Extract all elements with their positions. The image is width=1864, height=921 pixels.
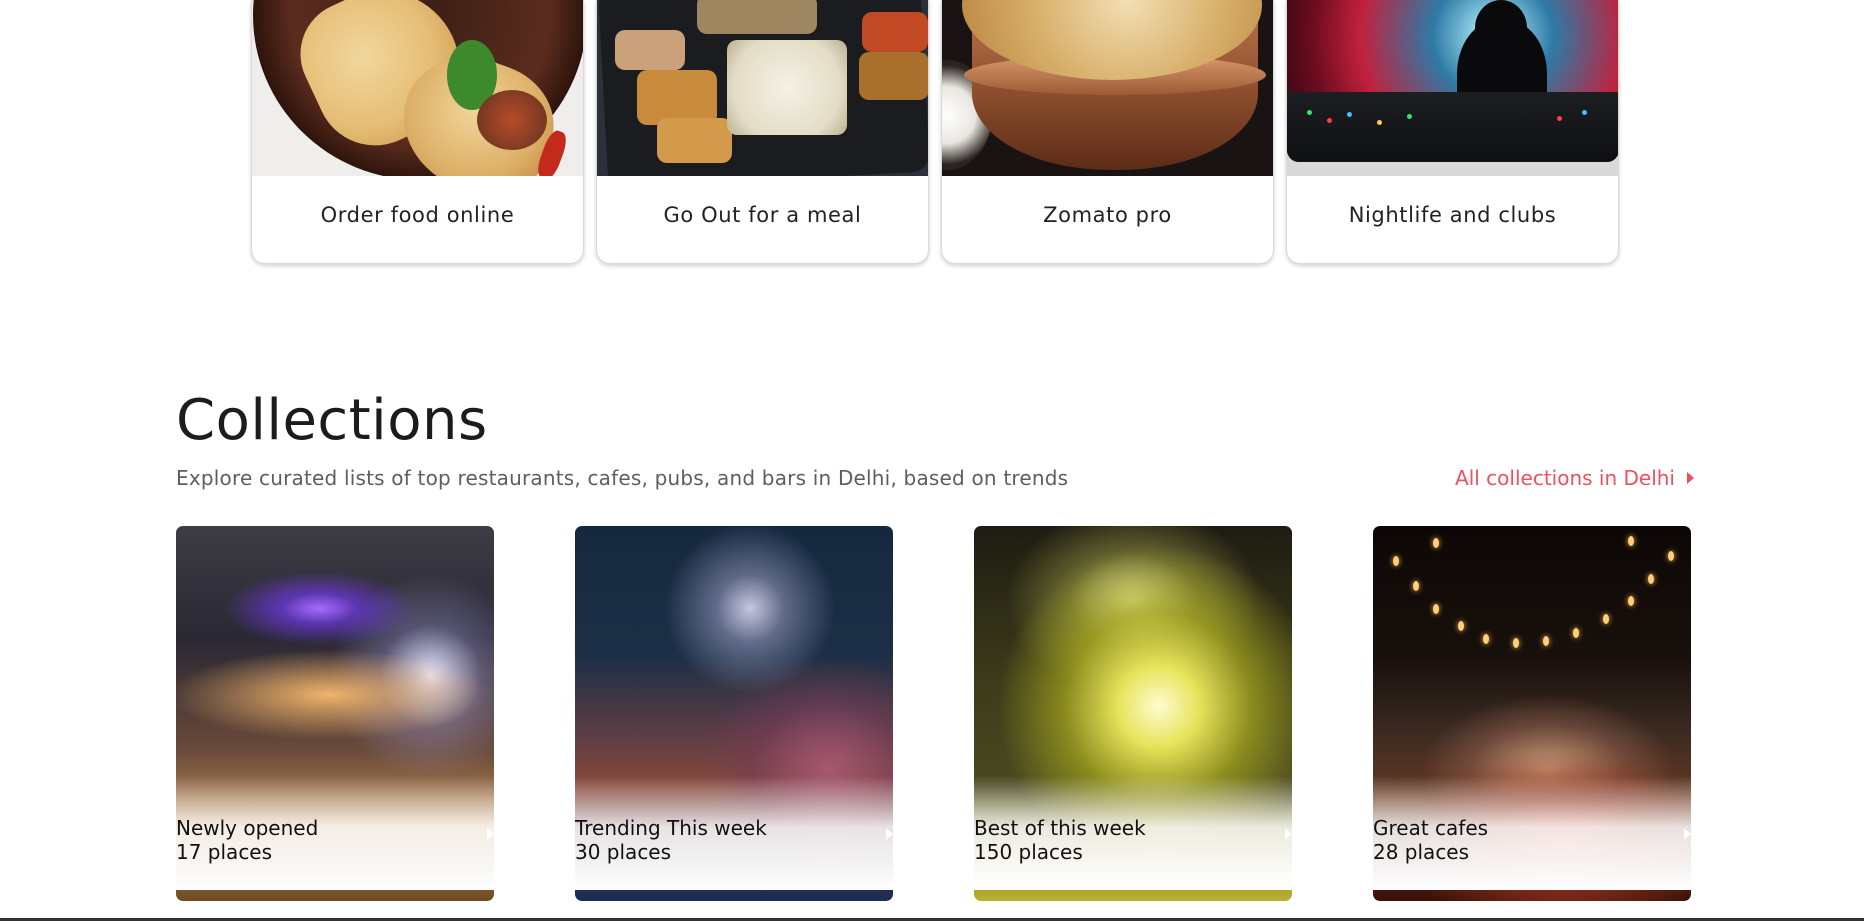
category-card-order-food[interactable]: Order food online: [251, 0, 584, 264]
collection-tiles: Newly opened 17 places Trending This wee…: [176, 526, 1691, 901]
caret-right-icon: [1687, 472, 1694, 484]
category-label: Go Out for a meal: [663, 203, 862, 227]
page: Order food online Go Out for a meal Zoma…: [0, 0, 1864, 921]
collection-name: Great cafes: [1373, 816, 1489, 840]
all-collections-link[interactable]: All collections in Delhi: [1455, 466, 1694, 490]
collection-count: 30 places: [575, 840, 672, 864]
category-card-nightlife[interactable]: Nightlife and clubs: [1286, 0, 1619, 264]
thali-image: [597, 0, 928, 176]
category-cards: Order food online Go Out for a meal Zoma…: [251, 0, 1619, 264]
collection-tile-trending[interactable]: Trending This week 30 places: [575, 526, 893, 901]
collection-name: Trending This week: [575, 816, 767, 840]
collection-name: Newly opened: [176, 816, 319, 840]
biryani-image: [942, 0, 1273, 176]
collection-tile-great-cafes[interactable]: Great cafes 28 places: [1373, 526, 1691, 901]
collection-text: Best of this week 150 places: [974, 816, 1146, 864]
caret-right-icon: [886, 828, 893, 840]
category-label: Zomato pro: [1043, 203, 1172, 227]
collection-text: Great cafes 28 places: [1373, 816, 1488, 864]
category-label: Nightlife and clubs: [1348, 203, 1557, 227]
category-label: Order food online: [320, 203, 515, 227]
collection-text: Trending This week 30 places: [575, 816, 767, 864]
collection-count: 17 places: [176, 840, 273, 864]
collections-title: Collections: [176, 388, 488, 453]
collection-count: 28 places: [1373, 840, 1470, 864]
category-card-zomato-pro[interactable]: Zomato pro: [941, 0, 1274, 264]
collection-tile-newly-opened[interactable]: Newly opened 17 places: [176, 526, 494, 901]
all-collections-label: All collections in Delhi: [1455, 466, 1675, 490]
caret-right-icon: [1684, 828, 1691, 840]
caret-right-icon: [487, 828, 494, 840]
dj-image: [1287, 0, 1618, 176]
collection-name: Best of this week: [974, 816, 1146, 840]
collection-count: 150 places: [974, 840, 1083, 864]
string-lights: [1373, 526, 1691, 726]
collections-subtitle: Explore curated lists of top restaurants…: [176, 466, 1069, 490]
wraps-image: [252, 0, 583, 176]
collection-tile-best-of-week[interactable]: Best of this week 150 places: [974, 526, 1292, 901]
caret-right-icon: [1285, 828, 1292, 840]
category-card-go-out[interactable]: Go Out for a meal: [596, 0, 929, 264]
collection-text: Newly opened 17 places: [176, 816, 318, 864]
